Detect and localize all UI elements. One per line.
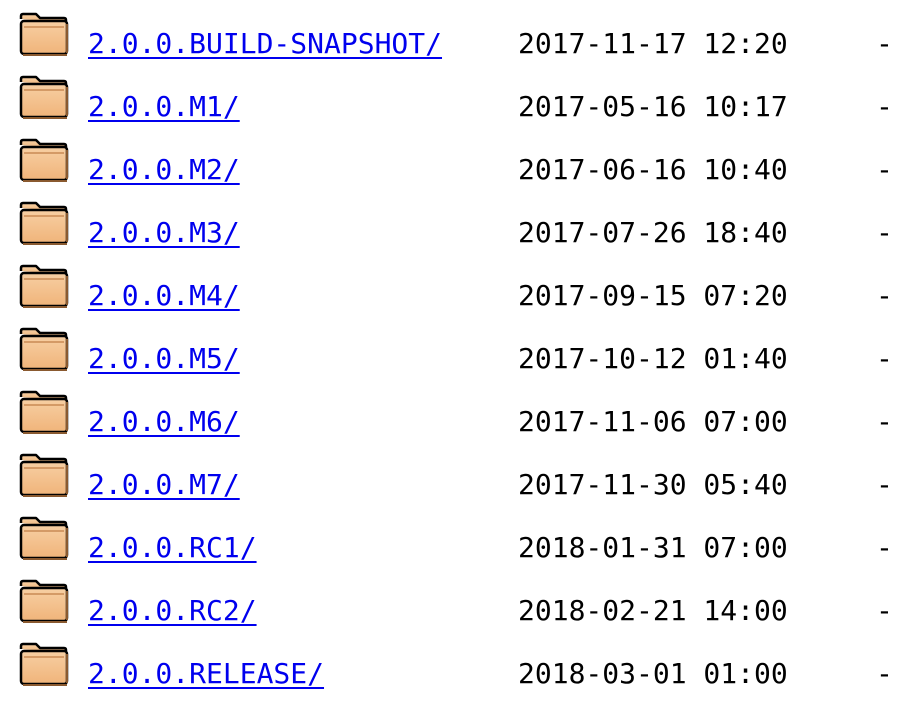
- directory-link[interactable]: 2.0.0.M1/: [88, 90, 240, 124]
- folder-icon: [18, 390, 70, 436]
- modified-date: 2017-09-15 07:20: [518, 279, 788, 312]
- folder-icon: [18, 12, 70, 58]
- listing-row: 2.0.0.RC2/ 2018-02-21 14:00 -: [0, 567, 924, 630]
- directory-link[interactable]: 2.0.0.RELEASE/: [88, 657, 324, 691]
- directory-link[interactable]: 2.0.0.RC1/: [88, 531, 257, 565]
- folder-icon: [18, 453, 70, 499]
- modified-date: 2017-05-16 10:17: [518, 90, 788, 123]
- file-size: -: [876, 27, 893, 60]
- listing-row: 2.0.0.M1/ 2017-05-16 10:17 -: [0, 63, 924, 126]
- folder-icon: [18, 264, 70, 310]
- modified-date: 2018-01-31 07:00: [518, 531, 788, 564]
- modified-date: 2017-11-17 12:20: [518, 27, 788, 60]
- folder-icon: [18, 138, 70, 184]
- file-size: -: [876, 153, 893, 186]
- folder-icon: [18, 201, 70, 247]
- file-size: -: [876, 279, 893, 312]
- directory-link[interactable]: 2.0.0.M4/: [88, 279, 240, 313]
- file-size: -: [876, 468, 893, 501]
- directory-link[interactable]: 2.0.0.BUILD-SNAPSHOT/: [88, 27, 442, 61]
- listing-row: 2.0.0.BUILD-SNAPSHOT/ 2017-11-17 12:20 -: [0, 0, 924, 63]
- modified-date: 2017-10-12 01:40: [518, 342, 788, 375]
- modified-date: 2018-02-21 14:00: [518, 594, 788, 627]
- modified-date: 2017-11-06 07:00: [518, 405, 788, 438]
- listing-row: 2.0.0.M2/ 2017-06-16 10:40 -: [0, 126, 924, 189]
- file-size: -: [876, 216, 893, 249]
- directory-link[interactable]: 2.0.0.RC2/: [88, 594, 257, 628]
- modified-date: 2017-06-16 10:40: [518, 153, 788, 186]
- file-size: -: [876, 657, 893, 690]
- directory-link[interactable]: 2.0.0.M5/: [88, 342, 240, 376]
- listing-row: 2.0.0.RELEASE/ 2018-03-01 01:00 -: [0, 630, 924, 693]
- directory-link[interactable]: 2.0.0.M6/: [88, 405, 240, 439]
- file-size: -: [876, 594, 893, 627]
- folder-icon: [18, 327, 70, 373]
- listing-row: 2.0.0.M7/ 2017-11-30 05:40 -: [0, 441, 924, 504]
- listing-row: 2.0.0.M4/ 2017-09-15 07:20 -: [0, 252, 924, 315]
- directory-link[interactable]: 2.0.0.M7/: [88, 468, 240, 502]
- file-size: -: [876, 342, 893, 375]
- directory-listing: 2.0.0.BUILD-SNAPSHOT/ 2017-11-17 12:20 -…: [0, 0, 924, 701]
- file-size: -: [876, 531, 893, 564]
- folder-icon: [18, 579, 70, 625]
- folder-icon: [18, 75, 70, 121]
- listing-row: 2.0.0.RC1/ 2018-01-31 07:00 -: [0, 504, 924, 567]
- listing-row: 2.0.0.M3/ 2017-07-26 18:40 -: [0, 189, 924, 252]
- modified-date: 2017-07-26 18:40: [518, 216, 788, 249]
- directory-link[interactable]: 2.0.0.M2/: [88, 153, 240, 187]
- folder-icon: [18, 642, 70, 688]
- folder-icon: [18, 516, 70, 562]
- modified-date: 2018-03-01 01:00: [518, 657, 788, 690]
- listing-row: 2.0.0.M6/ 2017-11-06 07:00 -: [0, 378, 924, 441]
- file-size: -: [876, 405, 893, 438]
- file-size: -: [876, 90, 893, 123]
- directory-link[interactable]: 2.0.0.M3/: [88, 216, 240, 250]
- modified-date: 2017-11-30 05:40: [518, 468, 788, 501]
- listing-row: 2.0.0.M5/ 2017-10-12 01:40 -: [0, 315, 924, 378]
